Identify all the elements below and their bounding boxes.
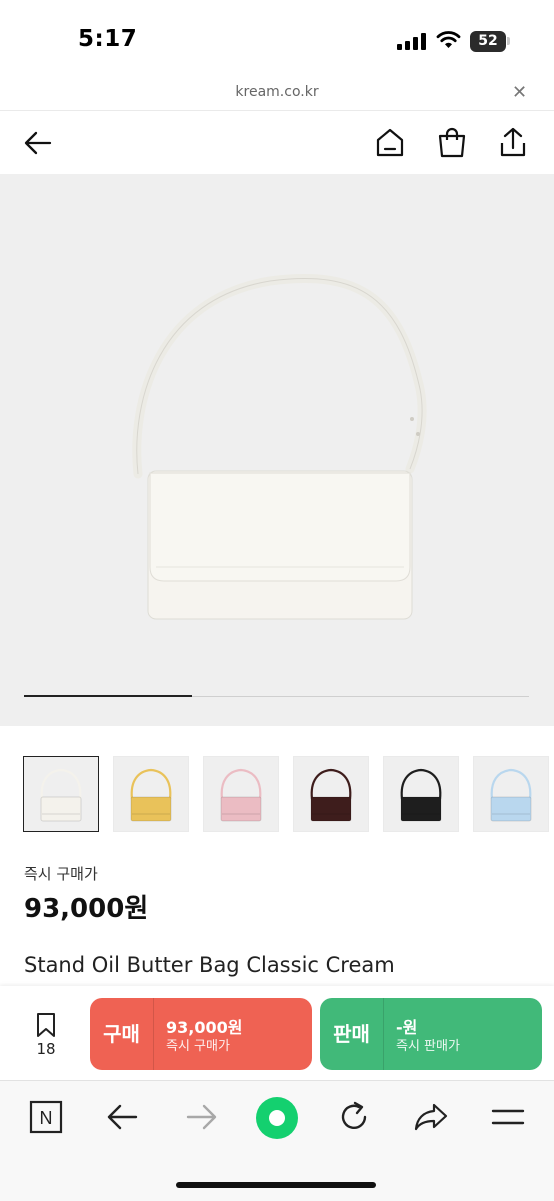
- wifi-icon: [436, 31, 461, 48]
- bookmark-icon[interactable]: [35, 1012, 57, 1038]
- menu-icon[interactable]: [491, 1103, 525, 1131]
- cellular-signal-icon: [397, 33, 426, 50]
- close-icon[interactable]: ✕: [512, 82, 527, 103]
- instant-buy-price-label: 즉시 구매가: [24, 865, 98, 883]
- instant-buy-price: 93,000원: [24, 894, 149, 924]
- naver-n-icon[interactable]: N: [29, 1100, 63, 1134]
- battery-nub: [507, 37, 510, 45]
- home-icon[interactable]: [373, 126, 407, 160]
- share-icon[interactable]: [496, 126, 530, 160]
- battery-indicator: 52: [470, 31, 506, 52]
- status-time: 5:17: [78, 26, 138, 52]
- divider: [0, 110, 554, 111]
- home-indicator: [176, 1182, 376, 1188]
- arrow-left-icon[interactable]: [22, 126, 56, 160]
- thumbnail-bag-image: [220, 768, 262, 822]
- thumbnail-bag-image: [310, 768, 352, 822]
- naver-letter: N: [40, 1108, 53, 1128]
- buy-button-label: 구매: [103, 1022, 140, 1046]
- reload-icon[interactable]: [337, 1100, 371, 1134]
- product-bag-image: [132, 274, 427, 620]
- buy-button-divider: [153, 998, 154, 1070]
- back-arrow-icon[interactable]: [106, 1101, 140, 1133]
- url-text[interactable]: kream.co.kr: [0, 84, 554, 100]
- share-forward-icon[interactable]: [413, 1101, 449, 1133]
- color-option-thumbnail[interactable]: [113, 756, 189, 832]
- sell-button-divider: [383, 998, 384, 1070]
- color-option-thumbnail[interactable]: [473, 756, 549, 832]
- gallery-progress-fill: [24, 695, 192, 697]
- product-name: Stand Oil Butter Bag Classic Cream: [24, 953, 395, 977]
- color-option-thumbnail[interactable]: [203, 756, 279, 832]
- buy-button-sublabel: 즉시 구매가: [166, 1039, 230, 1054]
- thumbnail-bag-image: [400, 768, 442, 822]
- forward-arrow-icon[interactable]: [184, 1101, 218, 1133]
- product-image-carousel[interactable]: [0, 174, 554, 726]
- sell-button-label: 판매: [333, 1022, 370, 1046]
- shopping-bag-icon[interactable]: [435, 126, 469, 160]
- color-option-thumbnail[interactable]: [293, 756, 369, 832]
- thumbnail-bag-image: [40, 768, 82, 822]
- thumbnail-bag-image: [490, 768, 532, 822]
- thumbnail-bag-image: [130, 768, 172, 822]
- wish-count: 18: [36, 1040, 56, 1058]
- color-option-thumbnail[interactable]: [383, 756, 459, 832]
- buy-button[interactable]: 구매 93,000원 즉시 구매가: [90, 998, 312, 1070]
- green-dot-home-icon[interactable]: [255, 1096, 299, 1140]
- sell-button[interactable]: 판매 -원 즉시 판매가: [320, 998, 542, 1070]
- color-option-thumbnail[interactable]: [23, 756, 99, 832]
- sell-button-sublabel: 즉시 판매가: [396, 1039, 460, 1054]
